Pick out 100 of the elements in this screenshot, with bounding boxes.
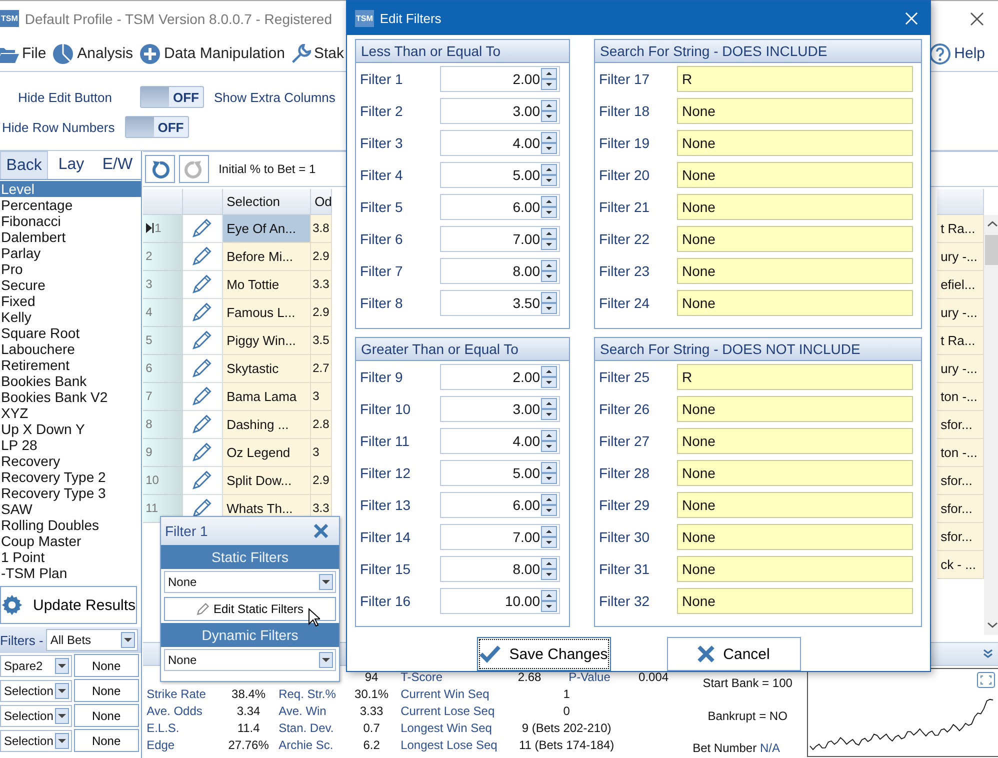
input-field[interactable]: None — [677, 98, 913, 124]
staking-plan-item[interactable]: Coup Master — [0, 533, 141, 549]
static-filter-dropdown[interactable]: None — [164, 571, 336, 593]
number-spinner[interactable]: 7.00 — [440, 226, 560, 252]
input-field[interactable]: R — [677, 66, 913, 92]
row-header[interactable]: 6 — [142, 354, 183, 383]
staking-plan-item[interactable]: Dalembert — [0, 229, 141, 245]
staking-plan-item[interactable]: XYZ — [0, 405, 141, 421]
dynamic-filter-dropdown[interactable]: None — [164, 649, 336, 671]
spin-arrows-icon[interactable] — [541, 430, 557, 452]
staking-plan-item[interactable]: Up X Down Y — [0, 421, 141, 437]
spin-arrows-icon[interactable] — [541, 292, 557, 314]
field-dropdown[interactable]: Selection — [0, 730, 72, 752]
spin-arrows-icon[interactable] — [541, 132, 557, 154]
spin-arrows-icon[interactable] — [541, 196, 557, 218]
menu-item[interactable]: Stak — [288, 44, 347, 64]
number-spinner[interactable]: 2.00 — [440, 364, 560, 390]
cancel-button[interactable]: Cancel — [666, 637, 800, 671]
pencil-icon[interactable] — [191, 385, 214, 408]
staking-plan-item[interactable]: Bookies Bank V2 — [0, 389, 141, 405]
input-field[interactable]: None — [677, 460, 913, 486]
input-field[interactable]: None — [677, 130, 913, 156]
input-field[interactable]: R — [677, 364, 913, 390]
filter-value-button[interactable]: None — [74, 704, 139, 727]
collapse-icon[interactable] — [982, 649, 993, 660]
staking-plan-item[interactable]: Kelly — [0, 309, 141, 325]
input-field[interactable]: None — [677, 162, 913, 188]
input-field[interactable]: None — [677, 588, 913, 614]
staking-plan-item[interactable]: Bookies Bank — [0, 373, 141, 389]
staking-plan-item[interactable]: Retirement — [0, 357, 141, 373]
column-header[interactable]: Od — [310, 188, 332, 215]
row-header[interactable]: 10 — [142, 466, 183, 495]
spin-arrows-icon[interactable] — [541, 228, 557, 250]
staking-plan-item[interactable]: Recovery Type 3 — [0, 485, 141, 501]
pencil-icon[interactable] — [191, 413, 214, 436]
pencil-icon[interactable] — [191, 357, 214, 380]
input-field[interactable]: None — [677, 290, 913, 316]
number-spinner[interactable]: 8.00 — [440, 556, 560, 582]
staking-plan-item[interactable]: Labouchere — [0, 341, 141, 357]
spin-arrows-icon[interactable] — [541, 260, 557, 282]
spin-arrows-icon[interactable] — [541, 68, 557, 90]
bet-type-tab[interactable]: Back — [0, 151, 48, 179]
help-menu-item[interactable]: Help — [926, 42, 988, 64]
input-field[interactable]: None — [677, 428, 913, 454]
edit-static-filters-button[interactable]: Edit Static Filters — [164, 597, 336, 621]
filter-value-button[interactable]: None — [74, 729, 139, 752]
number-spinner[interactable]: 3.00 — [440, 396, 560, 422]
filter-value-button[interactable]: None — [74, 654, 139, 677]
staking-plan-item[interactable]: Recovery Type 2 — [0, 469, 141, 485]
staking-plan-item[interactable]: -TSM Plan — [0, 565, 141, 581]
pencil-icon[interactable] — [191, 441, 214, 464]
row-header[interactable]: 8 — [142, 410, 183, 439]
pencil-icon[interactable] — [191, 273, 214, 296]
number-spinner[interactable]: 3.50 — [440, 290, 560, 316]
filter-value-button[interactable]: None — [74, 679, 139, 702]
spin-arrows-icon[interactable] — [541, 558, 557, 580]
staking-plan-item[interactable]: Parlay — [0, 245, 141, 261]
filter-dropdown[interactable]: All Bets — [46, 629, 138, 651]
number-spinner[interactable]: 7.00 — [440, 524, 560, 550]
spin-arrows-icon[interactable] — [541, 366, 557, 388]
number-spinner[interactable]: 6.00 — [440, 492, 560, 518]
pencil-icon[interactable] — [191, 245, 214, 268]
spin-arrows-icon[interactable] — [541, 526, 557, 548]
input-field[interactable]: None — [677, 258, 913, 284]
spin-arrows-icon[interactable] — [541, 100, 557, 122]
input-field[interactable]: None — [677, 226, 913, 252]
staking-plan-item[interactable]: Square Root — [0, 325, 141, 341]
field-dropdown[interactable]: Selection — [0, 680, 72, 702]
number-spinner[interactable]: 4.00 — [440, 130, 560, 156]
pencil-icon[interactable] — [191, 217, 214, 240]
field-dropdown[interactable]: Spare2 — [0, 654, 72, 676]
spin-arrows-icon[interactable] — [541, 590, 557, 612]
number-spinner[interactable]: 5.00 — [440, 460, 560, 486]
expand-icon[interactable] — [976, 672, 995, 688]
undo-button[interactable] — [144, 154, 175, 183]
spin-arrows-icon[interactable] — [541, 494, 557, 516]
pencil-icon[interactable] — [191, 301, 214, 324]
number-spinner[interactable]: 10.00 — [440, 588, 560, 614]
input-field[interactable]: None — [677, 194, 913, 220]
row-header[interactable]: 3 — [142, 270, 183, 299]
staking-plan-item[interactable]: Level — [0, 181, 141, 197]
staking-plan-item[interactable]: Percentage — [0, 197, 141, 213]
staking-plan-item[interactable]: SAW — [0, 501, 141, 517]
row-header[interactable]: 5 — [142, 326, 183, 355]
pencil-icon[interactable] — [191, 469, 214, 492]
number-spinner[interactable]: 2.00 — [440, 66, 560, 92]
column-header[interactable]: Selection — [222, 188, 311, 215]
close-icon[interactable] — [313, 523, 329, 539]
number-spinner[interactable]: 8.00 — [440, 258, 560, 284]
menu-item[interactable]: File — [0, 44, 50, 62]
close-icon[interactable] — [970, 12, 984, 26]
spin-arrows-icon[interactable] — [541, 164, 557, 186]
staking-plan-item[interactable]: 1 Point — [0, 549, 141, 565]
field-dropdown[interactable]: Selection — [0, 704, 72, 726]
toggle-switch[interactable]: OFF — [124, 116, 189, 138]
number-spinner[interactable]: 3.00 — [440, 98, 560, 124]
row-header[interactable]: 2 — [142, 242, 183, 271]
update-results-button[interactable]: Update Results — [0, 586, 137, 624]
input-field[interactable]: None — [677, 492, 913, 518]
row-header[interactable]: 1 — [142, 214, 183, 243]
